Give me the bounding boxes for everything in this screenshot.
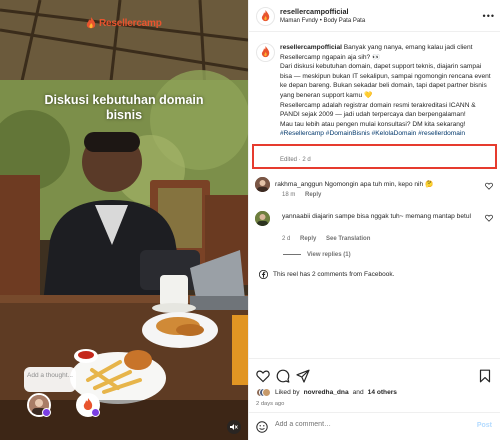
comment-username[interactable]: rakhma_anggun: [275, 181, 323, 188]
liker-avatars: [256, 388, 271, 397]
reply-button[interactable]: Reply: [305, 192, 321, 198]
comment-time: 18 m: [282, 192, 296, 198]
caption-username[interactable]: resellercampofficial: [280, 44, 342, 51]
music-badge-icon: [91, 408, 100, 417]
liked-by-user[interactable]: novredha_dna: [304, 389, 349, 396]
post-caption: resellercampofficial Banyak yang nanya, …: [280, 43, 492, 139]
comment-meta: 2 d Reply See Translation: [282, 236, 370, 242]
video-caption-overlay: Diskusi kebutuhan domain bisnis: [44, 93, 204, 122]
liked-by-prefix: Liked by: [275, 389, 300, 396]
caption-hashtags[interactable]: #Resellercamp #DomainBisnis #KelolaDomai…: [280, 130, 465, 137]
add-comment-bar: Post: [248, 412, 500, 440]
account-avatar[interactable]: [256, 7, 275, 26]
separator-dot: •: [319, 18, 322, 24]
comment-text: diajarin sampe bisa nggak tuh~ memang ma…: [312, 213, 471, 220]
likes-summary[interactable]: Liked by novredha_dna and 14 others: [256, 388, 397, 397]
liked-by-others[interactable]: 14 others: [368, 389, 397, 396]
reply-button[interactable]: Reply: [300, 236, 316, 242]
commenter-avatar[interactable]: [255, 211, 270, 226]
add-thought-bubble[interactable]: Add a thought...: [24, 367, 76, 392]
reply-thread-line: [283, 253, 301, 255]
comment-highlight-box: [252, 144, 497, 169]
music-badge-icon: [42, 408, 51, 417]
account-username[interactable]: resellercampofficial: [280, 7, 349, 16]
comment-meta: 18 m Reply: [282, 192, 321, 198]
reel-video[interactable]: Resellercamp Diskusi kebutuhan domain bi…: [0, 0, 248, 440]
person-avatar-icon: [255, 177, 270, 192]
flame-logo-icon: [261, 10, 270, 22]
speaker-muted-icon: [230, 424, 238, 430]
liker-avatar: [262, 388, 271, 397]
instagram-post: Resellercamp Diskusi kebutuhan domain bi…: [0, 0, 500, 440]
add-comment-input[interactable]: [275, 421, 455, 428]
comment-username[interactable]: yannaabii: [282, 213, 310, 220]
like-comment-heart-icon[interactable]: [485, 182, 493, 190]
see-translation-button[interactable]: See Translation: [326, 236, 370, 242]
brand-logo: Resellercamp: [86, 17, 162, 30]
post-actions-bar: Liked by novredha_dna and 14 others 2 da…: [248, 358, 500, 412]
audio-location-line: Maman Fvndy • Body Pata Pata: [280, 18, 365, 24]
liked-by-connector: and: [352, 389, 364, 396]
share-send-icon[interactable]: [296, 369, 310, 383]
facebook-comments-note: This reel has 2 comments from Facebook.: [259, 270, 394, 279]
emoji-smiley-icon[interactable]: [256, 421, 268, 433]
flame-logo-icon: [86, 17, 96, 29]
view-replies-label: View replies (1): [307, 252, 351, 258]
more-options-icon[interactable]: •••: [483, 11, 495, 21]
comment-time: 2 d: [282, 236, 291, 242]
post-timestamp[interactable]: 2 days ago: [256, 401, 284, 407]
view-replies-button[interactable]: View replies (1): [283, 252, 351, 258]
caption-body: Banyak yang nanya, emang kalau jadi clie…: [280, 44, 491, 128]
commenter-avatar[interactable]: [255, 177, 270, 192]
comment-item: rakhma_anggun Ngomongin apa tuh min, kep…: [275, 180, 433, 189]
comment-text: Ngomongin apa tuh min, kepo nih 🤔: [324, 181, 434, 188]
comment-bubble-icon[interactable]: [276, 369, 290, 383]
brand-logo-text: Resellercamp: [99, 18, 162, 29]
person-avatar-icon: [255, 211, 270, 226]
like-heart-icon[interactable]: [256, 369, 270, 383]
post-comment-button[interactable]: Post: [477, 422, 492, 429]
facebook-icon: [259, 270, 268, 279]
caption-avatar[interactable]: [256, 43, 275, 62]
like-comment-heart-icon[interactable]: [485, 214, 493, 222]
save-bookmark-icon[interactable]: [478, 369, 492, 383]
audio-link[interactable]: Maman Fvndy: [280, 18, 318, 24]
mute-button[interactable]: [227, 420, 241, 434]
location-link[interactable]: Body Pata Pata: [323, 18, 365, 24]
facebook-note-text: This reel has 2 comments from Facebook.: [273, 271, 395, 278]
flame-logo-icon: [261, 46, 270, 58]
post-header: resellercampofficial Maman Fvndy • Body …: [249, 0, 500, 32]
comment-item: yannaabii diajarin sampe bisa nggak tuh~…: [282, 212, 478, 221]
